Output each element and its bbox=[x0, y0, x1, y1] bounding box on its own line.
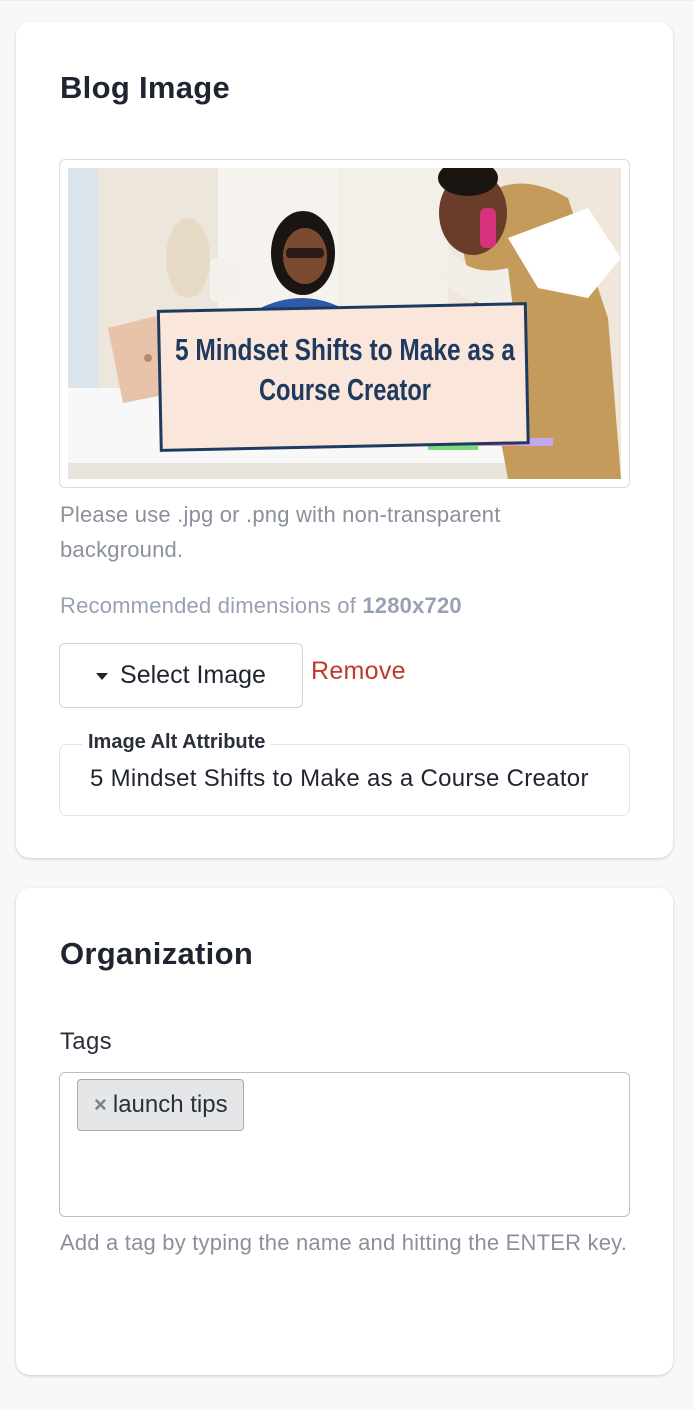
blog-image-card: Blog Image 5 Mindset Shifts to Make as a… bbox=[16, 22, 673, 858]
tags-input[interactable]: × launch tips bbox=[59, 1072, 630, 1217]
dimensions-value: 1280x720 bbox=[362, 593, 462, 618]
tags-help: Add a tag by typing the name and hitting… bbox=[60, 1230, 628, 1255]
image-dimensions-help: Recommended dimensions of 1280x720 bbox=[60, 588, 462, 623]
image-format-help: Please use .jpg or .png with non-transpa… bbox=[60, 502, 501, 562]
tag-label: launch tips bbox=[112, 1091, 228, 1118]
blog-image-thumbnail: 5 Mindset Shifts to Make as a Course Cre… bbox=[68, 168, 621, 479]
tags-label: Tags bbox=[60, 1028, 112, 1055]
image-alt-input[interactable] bbox=[90, 765, 600, 793]
tag-chip: × launch tips bbox=[77, 1079, 244, 1131]
top-divider bbox=[0, 0, 694, 1]
page: Blog Image 5 Mindset Shifts to Make as a… bbox=[0, 0, 694, 1410]
image-preview-frame: 5 Mindset Shifts to Make as a Course Cre… bbox=[59, 159, 630, 488]
image-alt-label: Image Alt Attribute bbox=[82, 731, 272, 754]
select-image-label: Select Image bbox=[120, 661, 266, 689]
thumbnail-headline-line-1: 5 Mindset Shifts to Make as a bbox=[175, 332, 516, 367]
organization-card: Organization Tags × launch tips Add a ta… bbox=[16, 888, 673, 1375]
organization-title: Organization bbox=[60, 936, 254, 971]
dimensions-prefix: Recommended dimensions of bbox=[60, 593, 363, 618]
blog-image-title: Blog Image bbox=[60, 70, 231, 105]
select-image-button[interactable]: Select Image bbox=[59, 643, 303, 708]
remove-image-link[interactable]: Remove bbox=[311, 657, 406, 686]
thumbnail-headline-line-2: Course Creator bbox=[259, 372, 431, 407]
thumbnail-photo: 5 Mindset Shifts to Make as a Course Cre… bbox=[68, 168, 621, 479]
caret-down-icon bbox=[96, 673, 109, 680]
image-alt-field: Image Alt Attribute bbox=[59, 731, 630, 816]
close-icon[interactable]: × bbox=[94, 1092, 107, 1118]
